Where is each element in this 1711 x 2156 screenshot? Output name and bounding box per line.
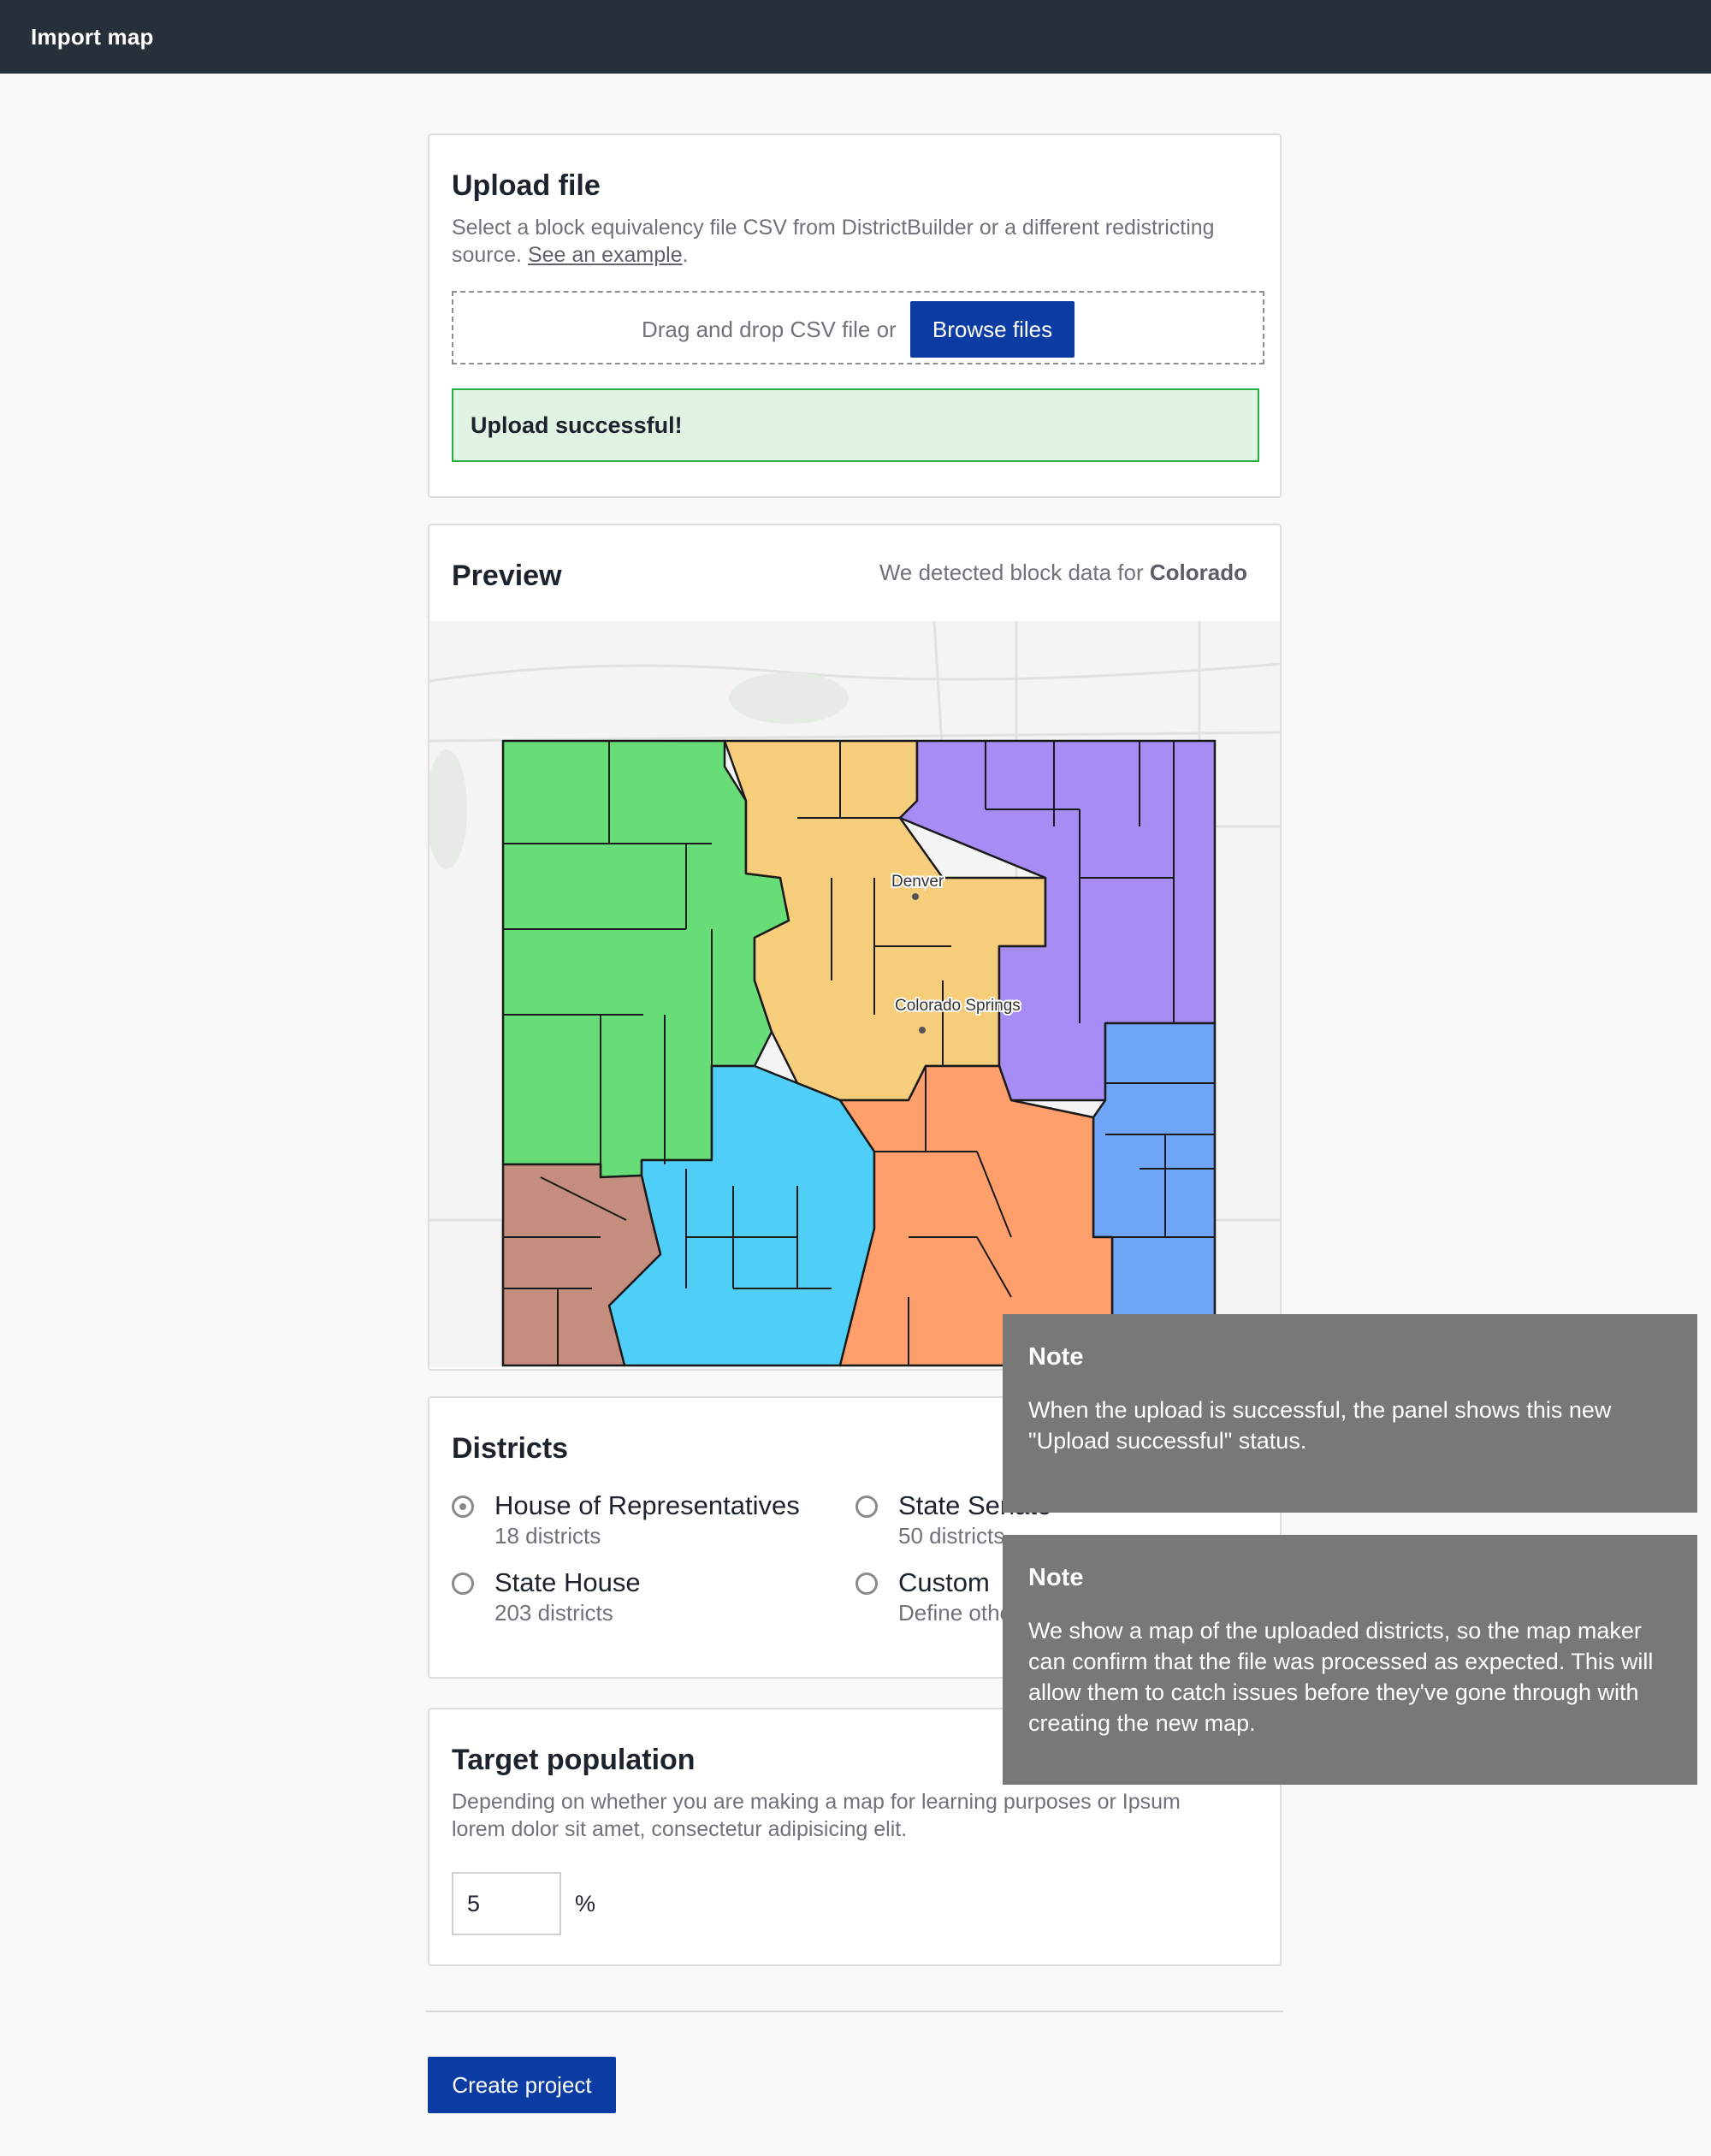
option-sub: 18 districts [494, 1523, 601, 1549]
upload-title: Upload file [452, 169, 601, 202]
option-label: Custom [898, 1567, 990, 1597]
note-upload-success: Note When the upload is successful, the … [1003, 1314, 1697, 1513]
option-sub: 203 districts [494, 1600, 613, 1626]
description-period: . [682, 243, 689, 267]
preview-title: Preview [452, 560, 562, 592]
preview-card: Preview We detected block data for Color… [428, 524, 1282, 1371]
radio-custom[interactable] [856, 1573, 878, 1595]
denver-marker [912, 893, 919, 900]
upload-success-banner: Upload successful! [452, 388, 1259, 462]
browse-files-button[interactable]: Browse files [910, 301, 1075, 358]
radio-state-senate[interactable] [856, 1496, 878, 1518]
note-map-preview: Note We show a map of the uploaded distr… [1003, 1535, 1697, 1785]
top-bar: Import map [0, 0, 1711, 74]
target-population-description: Depending on whether you are making a ma… [452, 1790, 1181, 1841]
option-sub: 50 districts [898, 1523, 1005, 1549]
detected-prefix: We detected block data for [879, 560, 1144, 585]
upload-success-text: Upload successful! [471, 412, 683, 438]
radio-house-of-representatives[interactable] [452, 1496, 474, 1518]
note-body: When the upload is successful, the panel… [1028, 1397, 1612, 1454]
note-body: We show a map of the uploaded districts,… [1028, 1618, 1654, 1736]
option-sub: Define other [898, 1600, 1020, 1626]
note-title: Note [1028, 1564, 1084, 1591]
csv-dropzone[interactable]: Drag and drop CSV file or Browse files [452, 291, 1264, 364]
city-denver: Denver [891, 873, 944, 891]
target-population-input[interactable] [452, 1872, 561, 1935]
option-label: House of Representatives [494, 1490, 800, 1520]
upload-description: Select a block equivalency file CSV from… [452, 214, 1222, 269]
dropzone-text: Drag and drop CSV file or [642, 317, 897, 342]
map-svg: Denver Colorado Springs [429, 621, 1280, 1367]
colorado-springs-marker [919, 1027, 926, 1034]
percent-unit: % [575, 1891, 596, 1916]
page-title: Import map [31, 24, 154, 50]
option-label: State House [494, 1567, 641, 1597]
districts-title: Districts [452, 1432, 569, 1465]
detected-state-text: We detected block data for Colorado [879, 560, 1247, 586]
district-map[interactable]: Denver Colorado Springs [429, 621, 1280, 1367]
city-colorado-springs: Colorado Springs [895, 997, 1021, 1015]
radio-state-house[interactable] [452, 1573, 474, 1595]
target-population-title: Target population [452, 1744, 696, 1776]
note-title: Note [1028, 1343, 1084, 1371]
upload-card: Upload file Select a block equivalency f… [428, 133, 1282, 498]
see-example-link[interactable]: See an example [528, 243, 683, 267]
footer-divider [426, 2011, 1283, 2012]
create-project-button[interactable]: Create project [428, 2057, 616, 2113]
detected-state: Colorado [1149, 560, 1247, 585]
